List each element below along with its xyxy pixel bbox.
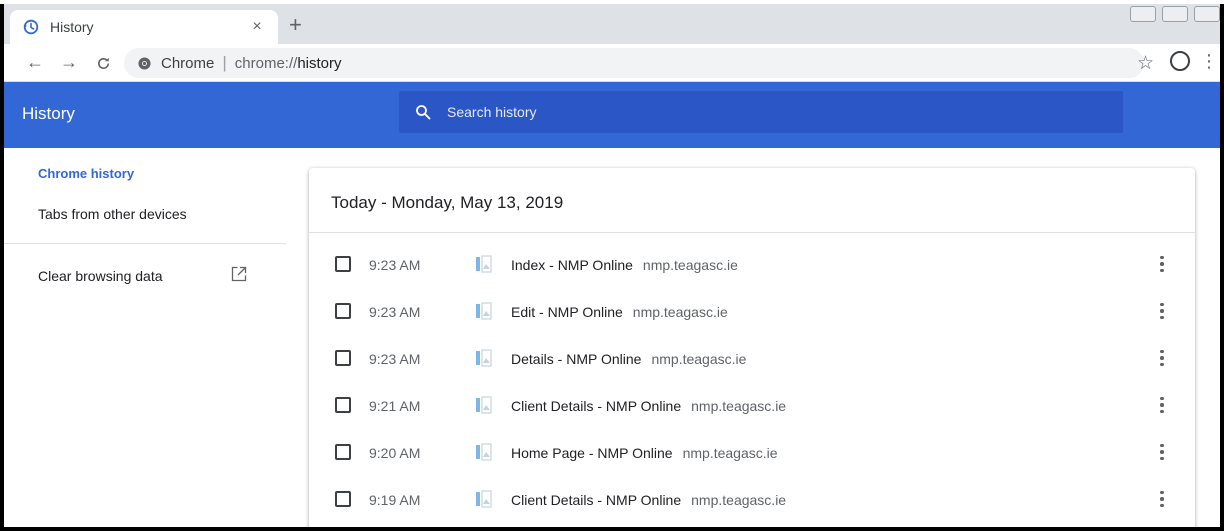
omnibox-separator: | bbox=[222, 53, 227, 72]
sidebar-divider bbox=[4, 243, 286, 244]
entry-title[interactable]: Index - NMP Online nmp.teagasc.ie bbox=[511, 257, 738, 273]
entry-title[interactable]: Home Page - NMP Online nmp.teagasc.ie bbox=[511, 445, 778, 461]
window-top-edge bbox=[0, 0, 1224, 4]
entry-title-text[interactable]: Client Details - NMP Online bbox=[511, 398, 681, 414]
entry-title[interactable]: Client Details - NMP Online nmp.teagasc.i… bbox=[511, 492, 786, 508]
entry-title-text[interactable]: Index - NMP Online bbox=[511, 257, 633, 273]
entry-time: 9:23 AM bbox=[369, 351, 421, 367]
entry-title[interactable]: Details - NMP Online nmp.teagasc.ie bbox=[511, 351, 746, 367]
entry-domain: nmp.teagasc.ie bbox=[632, 304, 728, 320]
close-icon[interactable]: × bbox=[248, 18, 266, 36]
entry-domain: nmp.teagasc.ie bbox=[651, 351, 747, 367]
search-icon bbox=[416, 105, 431, 120]
entry-checkbox[interactable] bbox=[335, 397, 351, 413]
entry-title-text[interactable]: Client Details - NMP Online bbox=[511, 492, 681, 508]
page-favicon-icon bbox=[476, 396, 492, 414]
url-scheme: chrome:// bbox=[234, 54, 298, 72]
entry-title-text[interactable]: Home Page - NMP Online bbox=[511, 445, 673, 461]
search-input[interactable] bbox=[447, 104, 1047, 120]
browser-window: History × + ← → Chrome | chrome:// histo… bbox=[0, 0, 1224, 531]
more-actions-icon[interactable] bbox=[1157, 487, 1167, 511]
chip-label: Chrome bbox=[161, 54, 215, 72]
entry-checkbox[interactable] bbox=[335, 491, 351, 507]
address-bar[interactable]: Chrome | chrome:// history bbox=[124, 48, 1144, 78]
page-favicon-icon bbox=[476, 349, 492, 367]
entry-domain: nmp.teagasc.ie bbox=[691, 492, 787, 508]
entry-time: 9:20 AM bbox=[369, 445, 421, 461]
page-title: History bbox=[22, 104, 75, 123]
reload-icon[interactable] bbox=[90, 52, 116, 73]
more-actions-icon[interactable] bbox=[1157, 440, 1167, 464]
entry-time: 9:23 AM bbox=[369, 257, 421, 273]
history-header: History bbox=[4, 82, 1220, 148]
more-actions-icon[interactable] bbox=[1157, 393, 1167, 417]
page-favicon-icon bbox=[476, 255, 492, 273]
sidebar-item-chrome-history[interactable]: Chrome history bbox=[38, 166, 134, 181]
tab-strip: History × + bbox=[4, 4, 1220, 44]
entry-title[interactable]: Client Details - NMP Online nmp.teagasc.i… bbox=[511, 398, 786, 414]
url-path: history bbox=[297, 54, 342, 72]
minimize-button[interactable] bbox=[1130, 6, 1156, 22]
entry-time: 9:23 AM bbox=[369, 304, 421, 320]
entry-domain: nmp.teagasc.ie bbox=[691, 398, 787, 414]
card-divider bbox=[309, 232, 1195, 233]
entry-checkbox[interactable] bbox=[335, 303, 351, 319]
entry-domain: nmp.teagasc.ie bbox=[682, 445, 778, 461]
open-in-new-icon[interactable] bbox=[231, 266, 247, 282]
history-entry[interactable]: 9:19 AM Client Details - NMP Online nmp.t… bbox=[309, 477, 1195, 524]
page-favicon-icon bbox=[476, 443, 492, 461]
close-window-button[interactable] bbox=[1194, 6, 1220, 22]
entry-domain: nmp.teagasc.ie bbox=[642, 257, 738, 273]
sidebar-item-clear-browsing-data[interactable]: Clear browsing data bbox=[38, 268, 163, 284]
forward-icon[interactable]: → bbox=[56, 52, 82, 73]
history-entry[interactable]: 9:23 AM Details - NMP Online nmp.teagasc.… bbox=[309, 336, 1195, 383]
tab-history[interactable]: History × bbox=[10, 10, 278, 44]
history-entry[interactable]: 9:23 AM Edit - NMP Online nmp.teagasc.ie bbox=[309, 289, 1195, 336]
entry-checkbox[interactable] bbox=[335, 256, 351, 272]
bookmark-star-icon[interactable]: ☆ bbox=[1137, 52, 1154, 75]
new-tab-button[interactable]: + bbox=[289, 14, 302, 36]
chrome-logo-icon bbox=[138, 56, 151, 70]
history-entry[interactable]: 9:23 AM Index - NMP Online nmp.teagasc.ie bbox=[309, 242, 1195, 289]
profile-avatar-icon[interactable] bbox=[1170, 51, 1190, 71]
more-actions-icon[interactable] bbox=[1157, 299, 1167, 323]
page-favicon-icon bbox=[476, 490, 492, 508]
entry-title-text[interactable]: Edit - NMP Online bbox=[511, 304, 623, 320]
chrome-chip: Chrome bbox=[138, 55, 214, 72]
history-entry[interactable]: 9:21 AM Client Details - NMP Online nmp.t… bbox=[309, 383, 1195, 430]
date-heading: Today - Monday, May 13, 2019 bbox=[331, 193, 564, 212]
history-entry[interactable]: 9:20 AM Home Page - NMP Online nmp.teagas… bbox=[309, 430, 1195, 477]
sidebar-item-tabs-from-other-devices[interactable]: Tabs from other devices bbox=[38, 206, 187, 222]
search-box[interactable] bbox=[399, 91, 1123, 133]
more-actions-icon[interactable] bbox=[1157, 252, 1167, 276]
browser-menu-icon[interactable]: ⋮ bbox=[1200, 52, 1218, 70]
sidebar: Chrome history Tabs from other devices C… bbox=[4, 148, 286, 527]
more-actions-icon[interactable] bbox=[1157, 346, 1167, 370]
window-controls bbox=[1130, 6, 1220, 22]
page-favicon-icon bbox=[476, 302, 492, 320]
entry-checkbox[interactable] bbox=[335, 350, 351, 366]
entry-checkbox[interactable] bbox=[335, 444, 351, 460]
restore-button[interactable] bbox=[1162, 6, 1188, 22]
entry-title-text[interactable]: Details - NMP Online bbox=[511, 351, 641, 367]
history-icon bbox=[22, 18, 40, 36]
tab-title: History bbox=[50, 19, 94, 35]
entry-title[interactable]: Edit - NMP Online nmp.teagasc.ie bbox=[511, 304, 728, 320]
back-icon[interactable]: ← bbox=[22, 52, 48, 73]
history-card: Today - Monday, May 13, 2019 9:23 AM Ind… bbox=[309, 168, 1195, 527]
entry-time: 9:19 AM bbox=[369, 492, 421, 508]
browser-toolbar: ← → Chrome | chrome:// history ☆ ⋮ bbox=[4, 44, 1220, 82]
entry-time: 9:21 AM bbox=[369, 398, 421, 414]
